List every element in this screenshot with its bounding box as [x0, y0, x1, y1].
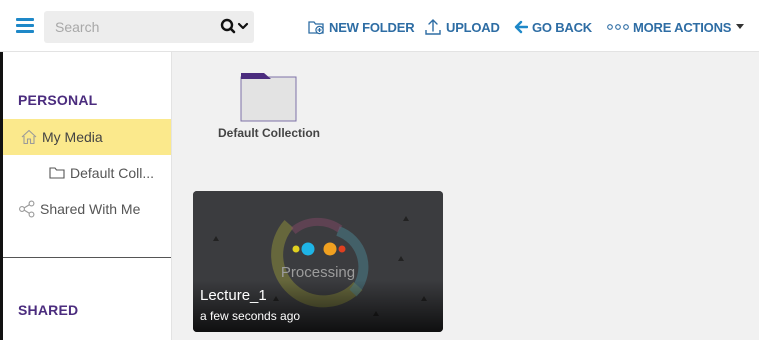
- folder-label: Default Collection: [217, 126, 320, 140]
- go-back-button[interactable]: GO BACK: [514, 18, 592, 36]
- processing-status: Processing: [280, 264, 356, 281]
- sidebar-item-label: My Media: [42, 129, 103, 145]
- section-title-personal: PERSONAL: [18, 92, 98, 108]
- sidebar-divider: [3, 257, 171, 258]
- home-icon: [20, 128, 38, 146]
- sidebar-item-label: Shared With Me: [40, 201, 141, 217]
- more-actions-button[interactable]: MORE ACTIONS: [607, 18, 745, 36]
- upload-icon: [424, 18, 442, 36]
- sidebar: PERSONAL My Media Default Coll... Shared…: [0, 52, 172, 340]
- search-box: [44, 11, 254, 43]
- new-folder-icon: [308, 19, 325, 35]
- share-icon: [18, 200, 36, 218]
- search-button[interactable]: [220, 18, 250, 36]
- section-title-shared: SHARED: [18, 302, 79, 318]
- sidebar-item-shared-with-me[interactable]: Shared With Me: [3, 191, 171, 227]
- upload-label: UPLOAD: [446, 19, 500, 35]
- search-input[interactable]: [44, 11, 214, 43]
- folder-default-collection[interactable]: Default Collection: [214, 72, 324, 142]
- sidebar-item-default-collection[interactable]: Default Coll...: [3, 155, 171, 191]
- media-card[interactable]: Processing Lecture_1 a few seconds ago: [193, 191, 443, 332]
- more-dots-icon: [607, 22, 629, 32]
- caret-down-icon: [736, 24, 745, 30]
- sidebar-item-label: Default Coll...: [70, 165, 155, 181]
- media-title: Lecture_1: [200, 287, 267, 304]
- more-actions-label: MORE ACTIONS: [633, 19, 732, 35]
- folder-icon: [240, 73, 297, 122]
- media-app: NEW FOLDER UPLOAD GO BACK: [0, 0, 759, 340]
- go-back-label: GO BACK: [532, 19, 592, 35]
- upload-button[interactable]: UPLOAD: [424, 18, 500, 36]
- arrow-left-icon: [514, 20, 528, 34]
- new-folder-label: NEW FOLDER: [329, 19, 415, 35]
- new-folder-button[interactable]: NEW FOLDER: [308, 18, 415, 36]
- hamburger-menu-icon[interactable]: [16, 18, 34, 33]
- search-icon: [220, 18, 249, 34]
- folder-icon: [48, 164, 66, 182]
- media-grid: Default Collection Processing Lecture_1 …: [172, 52, 759, 340]
- top-toolbar: NEW FOLDER UPLOAD GO BACK: [0, 0, 759, 52]
- media-timestamp: a few seconds ago: [200, 309, 301, 323]
- sidebar-item-my-media[interactable]: My Media: [3, 119, 171, 155]
